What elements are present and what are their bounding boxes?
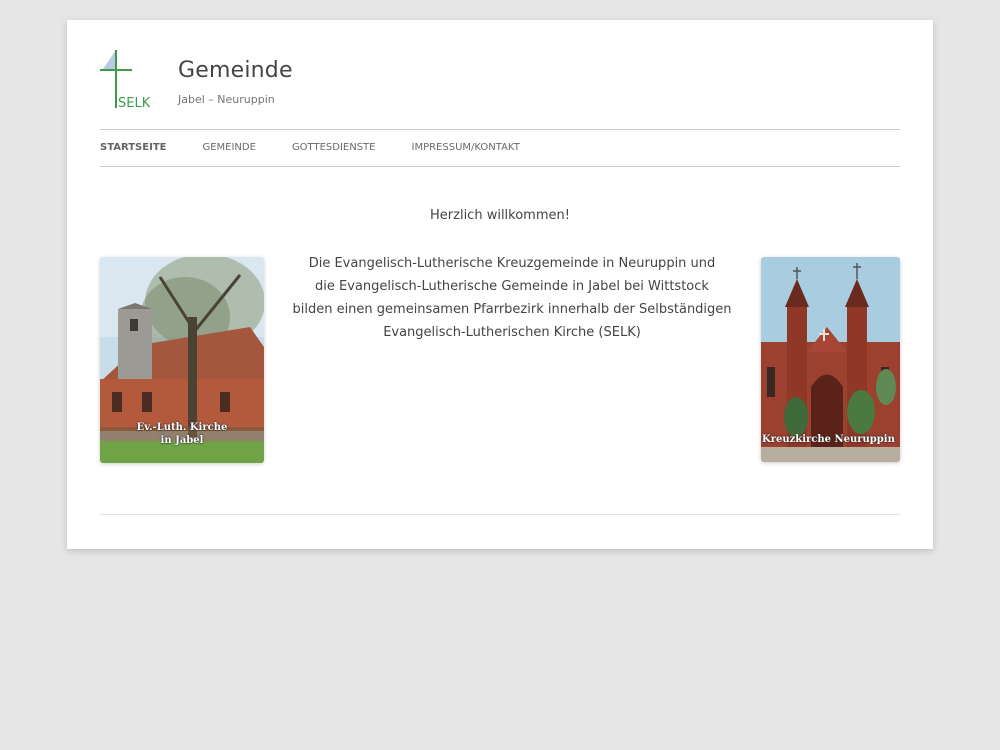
church-jabel-caption-line-2: in Jabel (160, 435, 204, 446)
logo-text: SELK (118, 96, 151, 110)
main-navigation: Startseite Gemeinde Gottesdienste Impres… (100, 129, 900, 167)
main-content: Herzlich willkommen! Ev.-Luth. Kirche in… (100, 170, 900, 500)
site-description: Jabel – Neuruppin (178, 93, 275, 106)
kreuzkirche-caption: Kreuzkirche Neuruppin (762, 434, 895, 445)
intro-line: die Evangelisch-Lutherische Gemeinde in … (315, 279, 709, 294)
intro-line: Evangelisch-Lutherischen Kirche (SELK) (383, 325, 641, 340)
page-container: SELK Gemeinde Jabel – Neuruppin Startsei… (67, 20, 933, 549)
selk-logo[interactable]: SELK (100, 50, 154, 111)
intro-text: Die Evangelisch-Lutherische Kreuzgemeind… (290, 252, 734, 344)
site-header: SELK Gemeinde Jabel – Neuruppin (100, 50, 900, 130)
welcome-heading: Herzlich willkommen! (430, 208, 570, 223)
intro-line: bilden einen gemeinsamen Pfarrbezirk inn… (292, 302, 732, 317)
intro-line: Die Evangelisch-Lutherische Kreuzgemeind… (308, 256, 716, 271)
kreuzkirche-neuruppin-image: Kreuzkirche Neuruppin (761, 257, 900, 462)
church-jabel-caption-line-1: Ev.-Luth. Kirche (136, 422, 228, 433)
nav-item-gemeinde[interactable]: Gemeinde (202, 130, 255, 166)
church-jabel-image: Ev.-Luth. Kirche in Jabel (100, 257, 264, 463)
nav-item-startseite[interactable]: Startseite (100, 130, 166, 166)
nav-item-impressum-kontakt[interactable]: Impressum/Kontakt (412, 130, 520, 166)
footer-divider (100, 514, 900, 515)
site-title[interactable]: Gemeinde (178, 58, 293, 83)
nav-item-gottesdienste[interactable]: Gottesdienste (292, 130, 376, 166)
